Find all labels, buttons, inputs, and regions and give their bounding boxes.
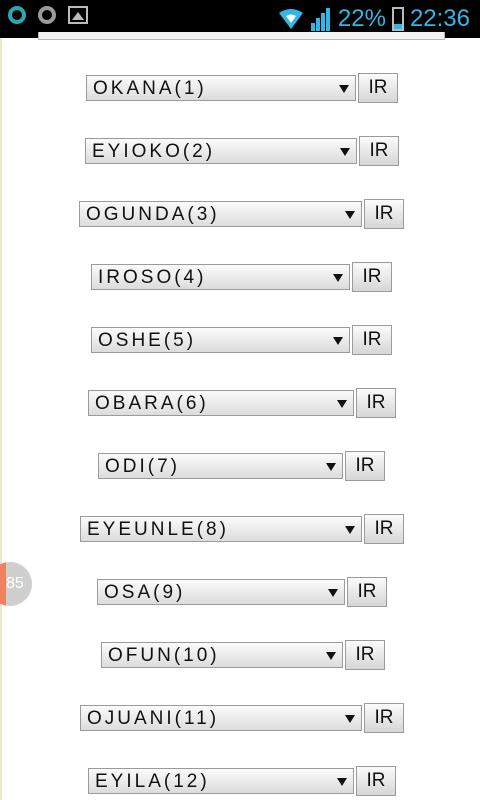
select-value: OBARA(6) xyxy=(95,393,209,414)
ir-button-7[interactable]: IR xyxy=(345,451,385,481)
dropdown-arrow-icon xyxy=(333,274,343,282)
dropdown-arrow-icon xyxy=(339,85,349,93)
row-1: OKANA(1) IR xyxy=(86,73,398,103)
select-value: ODI(7) xyxy=(105,456,180,477)
ir-button-4[interactable]: IR xyxy=(352,262,392,292)
clock: 22:36 xyxy=(409,5,470,32)
dropdown-arrow-icon xyxy=(345,715,355,723)
floating-badge[interactable]: 85 xyxy=(0,562,32,606)
row-12: EYILA(12) IR xyxy=(88,766,396,796)
battery-icon xyxy=(391,7,404,31)
row-3: OGUNDA(3) IR xyxy=(79,199,404,229)
ir-button-2[interactable]: IR xyxy=(359,136,399,166)
ring-teal-icon xyxy=(8,6,26,24)
row-6: OBARA(6) IR xyxy=(88,388,396,418)
dropdown-arrow-icon xyxy=(326,463,336,471)
ring-gray-icon xyxy=(38,6,56,24)
select-value: OSA(9) xyxy=(104,582,186,603)
dropdown-arrow-icon xyxy=(345,211,355,219)
ir-button-8[interactable]: IR xyxy=(364,514,404,544)
odu-select-4[interactable]: IROSO(4) xyxy=(91,264,350,290)
odu-select-10[interactable]: OFUN(10) xyxy=(101,642,343,668)
select-value: OSHE(5) xyxy=(98,330,197,351)
odu-select-5[interactable]: OSHE(5) xyxy=(91,327,350,353)
row-5: OSHE(5) IR xyxy=(91,325,392,355)
odu-select-1[interactable]: OKANA(1) xyxy=(86,75,356,101)
odu-select-12[interactable]: EYILA(12) xyxy=(88,768,354,794)
ir-button-10[interactable]: IR xyxy=(345,640,385,670)
select-value: OFUN(10) xyxy=(108,645,220,666)
signal-icon xyxy=(310,8,330,31)
row-9: OSA(9) IR xyxy=(97,577,387,607)
system-icons: 22% 22:36 xyxy=(278,4,470,34)
odu-select-2[interactable]: EYIOKO(2) xyxy=(85,138,357,164)
dropdown-arrow-icon xyxy=(328,589,338,597)
row-10: OFUN(10) IR xyxy=(101,640,385,670)
badge-count: 85 xyxy=(6,575,24,592)
page-content: OKANA(1) IR EYIOKO(2) IR OGUNDA(3) IR IR… xyxy=(0,32,480,800)
select-value: OKANA(1) xyxy=(93,78,207,99)
ir-button-9[interactable]: IR xyxy=(347,577,387,607)
row-8: EYEUNLE(8) IR xyxy=(80,514,404,544)
odu-select-3[interactable]: OGUNDA(3) xyxy=(79,201,362,227)
image-icon xyxy=(68,6,88,24)
notification-icons xyxy=(8,6,88,24)
dropdown-arrow-icon xyxy=(337,400,347,408)
ir-button-12[interactable]: IR xyxy=(356,766,396,796)
top-input-edge xyxy=(38,32,445,40)
dropdown-arrow-icon xyxy=(345,526,355,534)
odu-select-8[interactable]: EYEUNLE(8) xyxy=(80,516,362,542)
odu-select-11[interactable]: OJUANI(11) xyxy=(80,705,362,731)
select-value: EYILA(12) xyxy=(95,771,210,792)
wifi-icon xyxy=(278,9,303,29)
odu-select-9[interactable]: OSA(9) xyxy=(97,579,345,605)
row-7: ODI(7) IR xyxy=(98,451,385,481)
row-2: EYIOKO(2) IR xyxy=(85,136,399,166)
dropdown-arrow-icon xyxy=(326,652,336,660)
dropdown-arrow-icon xyxy=(340,148,350,156)
select-value: EYEUNLE(8) xyxy=(87,519,229,540)
select-value: EYIOKO(2) xyxy=(92,141,216,162)
select-value: OJUANI(11) xyxy=(87,708,220,729)
dropdown-arrow-icon xyxy=(337,778,347,786)
odu-select-7[interactable]: ODI(7) xyxy=(98,453,343,479)
ir-button-6[interactable]: IR xyxy=(356,388,396,418)
ir-button-3[interactable]: IR xyxy=(364,199,404,229)
ir-button-11[interactable]: IR xyxy=(364,703,404,733)
ir-button-5[interactable]: IR xyxy=(352,325,392,355)
battery-percent: 22% xyxy=(337,5,386,32)
row-4: IROSO(4) IR xyxy=(91,262,392,292)
select-value: OGUNDA(3) xyxy=(86,204,220,225)
odu-select-6[interactable]: OBARA(6) xyxy=(88,390,354,416)
select-value: IROSO(4) xyxy=(98,267,207,288)
ir-button-1[interactable]: IR xyxy=(358,73,398,103)
dropdown-arrow-icon xyxy=(333,337,343,345)
row-11: OJUANI(11) IR xyxy=(80,703,404,733)
